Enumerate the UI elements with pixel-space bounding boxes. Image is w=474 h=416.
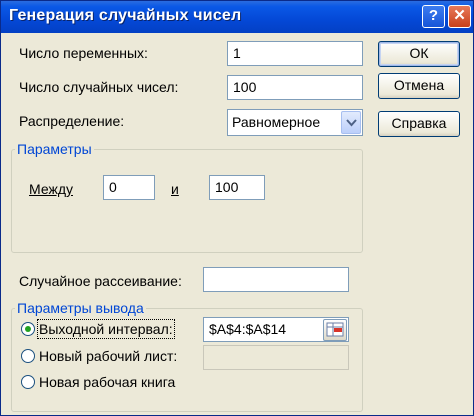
- chevron-down-icon[interactable]: [341, 111, 361, 134]
- random-number-generation-dialog: Генерация случайных чисел ? ✕ Число пере…: [0, 0, 474, 416]
- title-bar[interactable]: Генерация случайных чисел ? ✕: [1, 1, 473, 33]
- parameters-group: [11, 149, 363, 253]
- distribution-label: Распределение:: [19, 113, 125, 129]
- between-from-input[interactable]: 0: [103, 175, 155, 200]
- new-sheet-radio[interactable]: [21, 349, 35, 363]
- and-label: и: [171, 181, 179, 197]
- new-workbook-label[interactable]: Новая рабочая книга: [39, 374, 175, 390]
- new-workbook-radio[interactable]: [21, 375, 35, 389]
- help-button[interactable]: Справка: [378, 111, 460, 137]
- output-options-group-title: Параметры вывода: [15, 300, 146, 316]
- output-range-label[interactable]: Выходной интервал:: [37, 319, 175, 339]
- random-seed-label: Случайное рассеивание:: [19, 273, 182, 289]
- dialog-title: Генерация случайных чисел: [9, 7, 242, 24]
- cancel-button[interactable]: Отмена: [378, 73, 460, 99]
- num-variables-label: Число переменных:: [19, 45, 148, 61]
- distribution-value: Равномерное: [232, 114, 321, 130]
- parameters-group-title: Параметры: [15, 141, 94, 157]
- close-icon[interactable]: ✕: [448, 5, 471, 28]
- radio-selected-dot: [25, 326, 31, 332]
- help-icon[interactable]: ?: [422, 5, 445, 28]
- num-random-input[interactable]: 100: [227, 75, 363, 100]
- num-variables-input[interactable]: 1: [227, 41, 363, 66]
- random-seed-input[interactable]: [203, 267, 349, 292]
- range-picker-icon[interactable]: [323, 319, 347, 341]
- distribution-select[interactable]: Равномерное: [227, 109, 363, 136]
- num-random-label: Число случайных чисел:: [19, 79, 179, 95]
- between-to-input[interactable]: 100: [209, 175, 265, 200]
- output-range-radio[interactable]: [21, 322, 35, 336]
- new-sheet-input[interactable]: [203, 345, 349, 370]
- new-sheet-label[interactable]: Новый рабочий лист:: [39, 348, 177, 364]
- ok-button[interactable]: ОК: [378, 41, 460, 67]
- between-label: Между: [29, 181, 73, 197]
